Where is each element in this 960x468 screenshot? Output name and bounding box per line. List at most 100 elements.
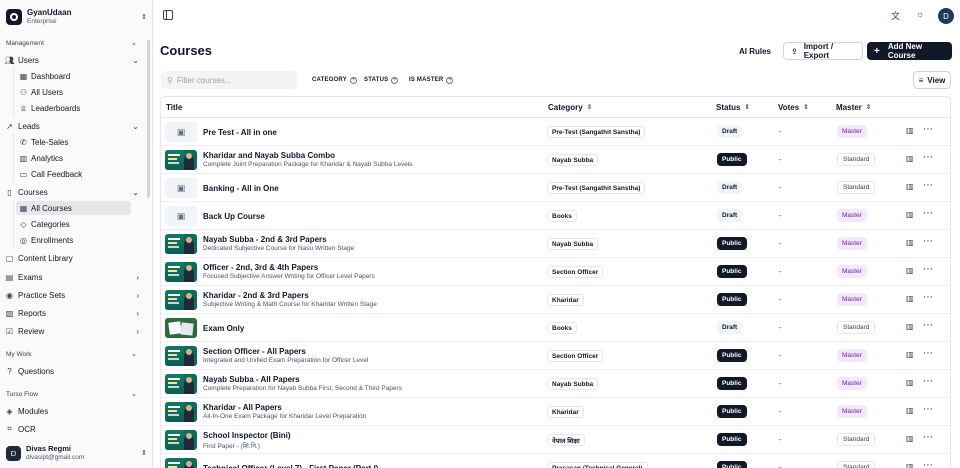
column-category[interactable]: Category ⇕ bbox=[548, 97, 592, 117]
nav-tele-sales[interactable]: ✆ Tele-Sales bbox=[16, 135, 131, 149]
book-open-icon[interactable]: ▥ bbox=[906, 238, 914, 247]
table-row[interactable]: ▣ Pre Test - All in one Pre-Test (Sangathi… bbox=[161, 118, 950, 146]
more-horizontal-icon[interactable]: ⋯ bbox=[923, 264, 933, 275]
chevron-down-icon[interactable]: ⌄ bbox=[131, 350, 137, 358]
course-title[interactable]: Exam Only bbox=[203, 324, 244, 333]
nav-reports[interactable]: ▧ Reports › bbox=[5, 306, 141, 320]
import-export-button[interactable]: ⇪ Import / Export bbox=[783, 42, 863, 60]
more-horizontal-icon[interactable]: ⋯ bbox=[923, 460, 933, 468]
more-horizontal-icon[interactable]: ⋯ bbox=[923, 152, 933, 163]
book-open-icon[interactable]: ▥ bbox=[906, 406, 914, 415]
sidebar-toggle-icon[interactable] bbox=[163, 10, 173, 20]
nav-all-users[interactable]: ⚇ All Users bbox=[16, 85, 131, 99]
table-row[interactable]: Nayab Subba - 2nd & 3rd Papers Dedicated … bbox=[161, 230, 950, 258]
ai-rules-button[interactable]: AI Rules bbox=[734, 42, 776, 60]
course-title[interactable]: Kharidar - All Papers bbox=[203, 403, 282, 412]
sidebar-scrollbar[interactable] bbox=[147, 40, 150, 198]
nav-all-courses[interactable]: ▦ All Courses bbox=[16, 201, 131, 215]
course-title[interactable]: Banking - All in One bbox=[203, 184, 279, 193]
nav-leads[interactable]: ↗ Leads ⌄ bbox=[5, 119, 141, 133]
book-open-icon[interactable]: ▥ bbox=[906, 350, 914, 359]
more-horizontal-icon[interactable]: ⋯ bbox=[923, 208, 933, 219]
nav-modules[interactable]: ◈ Modules bbox=[5, 404, 141, 418]
filter-courses-input[interactable] bbox=[176, 75, 287, 85]
more-horizontal-icon[interactable]: ⋯ bbox=[923, 432, 933, 443]
more-horizontal-icon[interactable]: ⋯ bbox=[923, 236, 933, 247]
course-title[interactable]: Pre Test - All in one bbox=[203, 128, 277, 137]
book-open-icon[interactable]: ▥ bbox=[906, 434, 914, 443]
nav-analytics[interactable]: ▥ Analytics bbox=[16, 151, 131, 165]
book-open-icon[interactable]: ▥ bbox=[906, 182, 914, 191]
book-open-icon[interactable]: ▥ bbox=[906, 126, 914, 135]
course-title[interactable]: Back Up Course bbox=[203, 212, 265, 221]
view-options-button[interactable]: ≡ View bbox=[913, 71, 951, 89]
nav-practice-sets[interactable]: ◉ Practice Sets › bbox=[5, 288, 141, 302]
column-title[interactable]: Title bbox=[166, 97, 182, 117]
column-master[interactable]: Master ⇕ bbox=[836, 97, 871, 117]
book-open-icon[interactable]: ▥ bbox=[906, 266, 914, 275]
brand-name: GyanUdaan bbox=[27, 8, 72, 18]
column-votes[interactable]: Votes ⇕ bbox=[778, 97, 809, 117]
table-row[interactable]: Kharidar - All Papers All-In-One Exam Pac… bbox=[161, 398, 950, 426]
table-row[interactable]: Exam Only Books Draft - Standard ▥ ⋯ bbox=[161, 314, 950, 342]
workspace-switcher[interactable]: GyanUdaan Enterprise ⇕ bbox=[6, 7, 147, 27]
nav-ocr[interactable]: ⌗ OCR bbox=[5, 422, 141, 436]
table-row[interactable]: Section Officer - All Papers Integrated a… bbox=[161, 342, 950, 370]
course-title[interactable]: Section Officer - All Papers bbox=[203, 347, 306, 356]
nav-categories[interactable]: ◇ Categories bbox=[16, 217, 131, 231]
course-title[interactable]: Kharidar - 2nd & 3rd Papers bbox=[203, 291, 309, 300]
course-title[interactable]: Nayab Subba - All Papers bbox=[203, 375, 300, 384]
course-title[interactable]: Technical Officer (Level 7) - First Pape… bbox=[203, 464, 378, 468]
course-title[interactable]: School Inspector (Bini) bbox=[203, 431, 291, 440]
nav-call-feedback[interactable]: ▭ Call Feedback bbox=[16, 167, 131, 181]
more-horizontal-icon[interactable]: ⋯ bbox=[923, 404, 933, 415]
book-open-icon[interactable]: ▥ bbox=[906, 210, 914, 219]
more-horizontal-icon[interactable]: ⋯ bbox=[923, 376, 933, 387]
nav-enrollments[interactable]: ◎ Enrollments bbox=[16, 233, 131, 247]
more-horizontal-icon[interactable]: ⋯ bbox=[923, 124, 933, 135]
status-badge: Public bbox=[717, 349, 747, 362]
translate-icon[interactable]: 文 bbox=[891, 9, 900, 22]
nav-review[interactable]: ☑ Review › bbox=[5, 324, 141, 338]
profile-avatar[interactable]: D bbox=[938, 8, 954, 24]
more-horizontal-icon[interactable]: ⋯ bbox=[923, 348, 933, 359]
table-row[interactable]: Technical Officer (Level 7) - First Pape… bbox=[161, 454, 950, 468]
table-row[interactable]: ▣ Back Up Course Books Draft - Master ▥ ⋯ bbox=[161, 202, 950, 230]
book-open-icon[interactable]: ▥ bbox=[906, 462, 914, 468]
nav-review-label: Review bbox=[18, 326, 45, 336]
filter-category-chip[interactable]: CATEGORY + bbox=[312, 74, 357, 86]
book-open-icon[interactable]: ▥ bbox=[906, 294, 914, 303]
table-row[interactable]: ▣ Banking - All in One Pre-Test (Sangathit… bbox=[161, 174, 950, 202]
course-title[interactable]: Kharidar and Nayab Subba Combo bbox=[203, 151, 335, 160]
nav-questions[interactable]: ? Questions bbox=[5, 364, 141, 378]
more-horizontal-icon[interactable]: ⋯ bbox=[923, 180, 933, 191]
table-row[interactable]: Officer - 2nd, 3rd & 4th Papers Focused S… bbox=[161, 258, 950, 286]
book-open-icon[interactable]: ▥ bbox=[906, 154, 914, 163]
column-status[interactable]: Status ⇕ bbox=[716, 97, 750, 117]
add-new-course-button[interactable]: + Add New Course bbox=[867, 42, 952, 60]
course-title[interactable]: Nayab Subba - 2nd & 3rd Papers bbox=[203, 235, 327, 244]
filter-status-chip[interactable]: STATUS + bbox=[364, 74, 399, 86]
nav-users[interactable]: 👥︎ Users ⌄ bbox=[4, 53, 141, 67]
course-subtitle: Complete Joint Preparation Package for K… bbox=[203, 161, 413, 168]
chevron-down-icon[interactable]: ⌄ bbox=[131, 39, 137, 47]
book-open-icon[interactable]: ▥ bbox=[906, 378, 914, 387]
table-row[interactable]: Kharidar - 2nd & 3rd Papers Subjective Wr… bbox=[161, 286, 950, 314]
table-row[interactable]: Kharidar and Nayab Subba Combo Complete J… bbox=[161, 146, 950, 174]
chevron-down-icon[interactable]: ⌄ bbox=[131, 390, 137, 398]
table-row[interactable]: School Inspector (Bini) First Paper - (शि… bbox=[161, 426, 950, 454]
filter-is-master-chip[interactable]: IS MASTER + bbox=[409, 74, 454, 86]
sun-icon[interactable]: ☼ bbox=[916, 9, 924, 19]
table-row[interactable]: Nayab Subba - All Papers Complete Prepara… bbox=[161, 370, 950, 398]
nav-dashboard[interactable]: ▦ Dashboard bbox=[16, 69, 131, 83]
more-horizontal-icon[interactable]: ⋯ bbox=[923, 292, 933, 303]
filter-courses-field[interactable]: ⚲ bbox=[161, 71, 297, 89]
nav-content-library[interactable]: ▢ Content Library bbox=[5, 251, 141, 265]
course-title[interactable]: Officer - 2nd, 3rd & 4th Papers bbox=[203, 263, 318, 272]
user-menu[interactable]: D Divas Regmi divasipt@gmail.com ⇕ bbox=[6, 444, 147, 462]
nav-leaderboards[interactable]: ♕ Leaderboards bbox=[16, 101, 131, 115]
nav-courses[interactable]: ▯ Courses ⌄ bbox=[5, 185, 141, 199]
more-horizontal-icon[interactable]: ⋯ bbox=[923, 320, 933, 331]
book-open-icon[interactable]: ▥ bbox=[906, 322, 914, 331]
nav-exams[interactable]: ▤ Exams › bbox=[5, 270, 141, 284]
